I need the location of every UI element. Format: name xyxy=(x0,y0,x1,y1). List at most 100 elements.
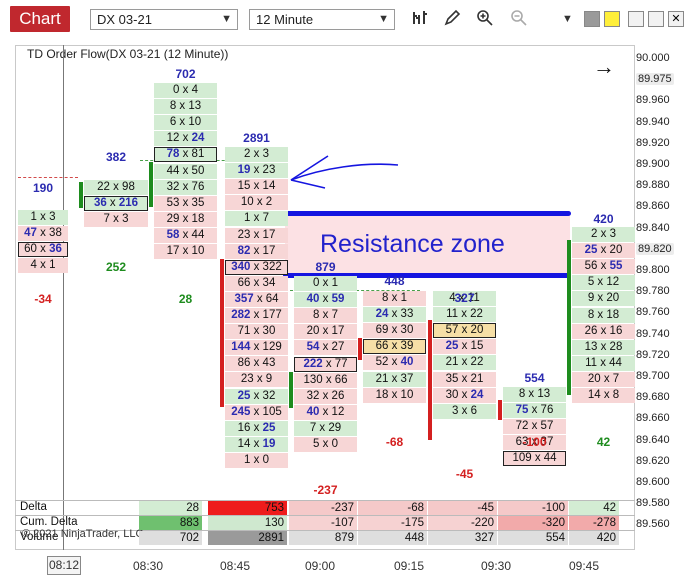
footprint-cell[interactable]: 22 x 98 xyxy=(84,180,148,195)
footprint-cell[interactable]: 52 x 40 xyxy=(363,355,426,371)
footprint-cell[interactable]: 40 x 59 xyxy=(294,292,357,308)
footprint-cell[interactable]: 71 x 30 xyxy=(225,324,288,340)
footprint-cell[interactable]: 23 x 9 xyxy=(225,372,288,388)
footprint-cell[interactable]: 12 x 24 xyxy=(154,131,217,147)
footprint-cell[interactable]: 57 x 20 xyxy=(433,323,496,339)
footprint-cell[interactable]: 82 x 17 xyxy=(225,243,288,259)
footprint-cell[interactable]: 8 x 18 xyxy=(572,307,635,323)
footprint-cell[interactable]: 20 x 7 xyxy=(572,371,635,387)
footprint-cell[interactable]: 25 x 15 xyxy=(433,339,496,355)
footprint-cell[interactable]: 7 x 29 xyxy=(294,420,357,436)
footprint-cell[interactable]: 0 x 1 xyxy=(294,276,357,291)
ninjatrader-chart-window: Chart DX 03-21 ▼ 12 Minute ▼ ▼ ✕ TD Orde… xyxy=(0,0,686,579)
footprint-cell[interactable]: 130 x 66 xyxy=(294,372,357,388)
candle-body xyxy=(567,240,571,395)
footprint-cell[interactable]: 19 x 23 xyxy=(225,163,288,179)
footprint-cell[interactable]: 35 x 21 xyxy=(433,371,496,387)
footprint-cell[interactable]: 66 x 39 xyxy=(363,339,426,355)
footprint-cell[interactable]: 2 x 3 xyxy=(225,147,288,162)
footprint-cell[interactable]: 3 x 6 xyxy=(433,403,496,419)
footprint-cell[interactable]: 26 x 16 xyxy=(572,323,635,339)
gray-theme-icon[interactable] xyxy=(584,11,600,27)
footprint-cell[interactable]: 144 x 129 xyxy=(225,340,288,356)
footprint-cell[interactable]: 36 x 216 xyxy=(84,196,148,212)
footprint-cell[interactable]: 340 x 322 xyxy=(225,259,288,275)
footprint-cell[interactable]: 25 x 32 xyxy=(225,388,288,404)
footprint-cell[interactable]: 78 x 81 xyxy=(154,147,217,163)
footprint-cell[interactable]: 11 x 44 xyxy=(572,355,635,371)
footprint-cell[interactable]: 6 x 10 xyxy=(154,115,217,131)
footprint-cell[interactable]: 66 x 34 xyxy=(225,275,288,291)
footprint-cell[interactable]: 47 x 38 xyxy=(18,226,68,242)
footprint-cell[interactable]: 54 x 27 xyxy=(294,340,357,356)
footprint-cell[interactable]: 30 x 24 xyxy=(433,387,496,403)
footprint-cell[interactable]: 1 x 0 xyxy=(225,452,288,468)
footprint-cell[interactable]: 8 x 7 xyxy=(294,308,357,324)
footprint-cell[interactable]: 1 x 7 xyxy=(225,211,288,227)
instrument-select[interactable]: DX 03-21 ▼ xyxy=(90,9,238,30)
footprint-cell[interactable]: 60 x 36 xyxy=(18,242,68,258)
footprint-cell[interactable]: 53 x 35 xyxy=(154,195,217,211)
resistance-top-line[interactable] xyxy=(283,211,571,216)
footprint-cell[interactable]: 8 x 1 xyxy=(363,291,426,306)
footprint-cell[interactable]: 18 x 10 xyxy=(363,387,426,403)
footprint-cell[interactable]: 7 x 3 xyxy=(84,212,148,228)
footprint-cell[interactable]: 16 x 25 xyxy=(225,420,288,436)
bar-delta-label: 42 xyxy=(596,435,611,449)
footprint-cell[interactable]: 10 x 2 xyxy=(225,195,288,211)
footprint-cell[interactable]: 11 x 22 xyxy=(433,307,496,323)
arrow-right-icon[interactable]: → xyxy=(593,54,615,80)
resistance-zone-label: Resistance zone xyxy=(320,230,505,258)
footprint-cell[interactable]: 245 x 105 xyxy=(225,404,288,420)
footprint-cell[interactable]: 21 x 37 xyxy=(363,371,426,387)
footprint-cell[interactable]: 15 x 14 xyxy=(225,179,288,195)
zoom-out-icon[interactable] xyxy=(510,9,528,30)
yellow-theme-icon[interactable] xyxy=(604,11,620,27)
footprint-cell[interactable]: 9 x 20 xyxy=(572,291,635,307)
footprint-cell[interactable]: 44 x 50 xyxy=(154,163,217,179)
footprint-cell[interactable]: 5 x 0 xyxy=(294,437,357,452)
footprint-cell[interactable]: 25 x 20 xyxy=(572,243,635,259)
draw-tool-icon[interactable] xyxy=(443,9,461,30)
footprint-cell[interactable]: 109 x 44 xyxy=(503,451,566,467)
chart-tab[interactable]: Chart xyxy=(10,6,70,32)
bar-type-icon[interactable] xyxy=(411,9,429,30)
footprint-cell[interactable]: 5 x 12 xyxy=(572,275,635,291)
footprint-cell[interactable]: 0 x 4 xyxy=(154,83,217,98)
zoom-in-icon[interactable] xyxy=(476,9,494,30)
volume-value: 448 xyxy=(358,531,427,545)
footprint-cell[interactable]: 23 x 17 xyxy=(225,227,288,243)
footprint-cell[interactable]: 56 x 55 xyxy=(572,259,635,275)
footprint-cell[interactable]: 32 x 26 xyxy=(294,388,357,404)
footprint-cell[interactable]: 14 x 8 xyxy=(572,388,635,403)
close-icon[interactable]: ✕ xyxy=(668,11,684,27)
footprint-cell[interactable]: 86 x 43 xyxy=(225,356,288,372)
footprint-cell[interactable]: 72 x 57 xyxy=(503,419,566,435)
footprint-cell[interactable]: 24 x 33 xyxy=(363,307,426,323)
footprint-cell[interactable]: 69 x 30 xyxy=(363,323,426,339)
footprint-cell[interactable]: 8 x 13 xyxy=(154,99,217,115)
footprint-cell[interactable]: 4 x 1 xyxy=(18,258,68,274)
footprint-cell[interactable]: 357 x 64 xyxy=(225,291,288,307)
delta-row-label: Delta xyxy=(20,501,47,513)
interval-select[interactable]: 12 Minute ▼ xyxy=(249,9,395,30)
footprint-cell[interactable]: 8 x 13 xyxy=(503,387,566,402)
footprint-cell[interactable]: 2 x 3 xyxy=(572,227,635,242)
footprint-cell[interactable]: 20 x 17 xyxy=(294,324,357,340)
footprint-cell[interactable]: 75 x 76 xyxy=(503,403,566,419)
footprint-cell[interactable]: 1 x 3 xyxy=(18,210,68,225)
maximize-icon[interactable] xyxy=(648,11,664,27)
footprint-cell[interactable]: 222 x 77 xyxy=(294,356,357,372)
footprint-cell[interactable]: 58 x 44 xyxy=(154,227,217,243)
footprint-cell[interactable]: 17 x 10 xyxy=(154,244,217,259)
footprint-cell[interactable]: 40 x 12 xyxy=(294,404,357,420)
cum-delta-row-label: Cum. Delta xyxy=(20,516,78,528)
footprint-cell[interactable]: 282 x 177 xyxy=(225,308,288,323)
footprint-cell[interactable]: 29 x 18 xyxy=(154,211,217,227)
footprint-cell[interactable]: 21 x 22 xyxy=(433,355,496,371)
footprint-cell[interactable]: 13 x 28 xyxy=(572,339,635,355)
footprint-cell[interactable]: 14 x 19 xyxy=(225,436,288,452)
minimize-icon[interactable] xyxy=(628,11,644,27)
footprint-cell[interactable]: 32 x 76 xyxy=(154,179,217,195)
dropdown-arrow-icon[interactable]: ▼ xyxy=(562,9,573,30)
